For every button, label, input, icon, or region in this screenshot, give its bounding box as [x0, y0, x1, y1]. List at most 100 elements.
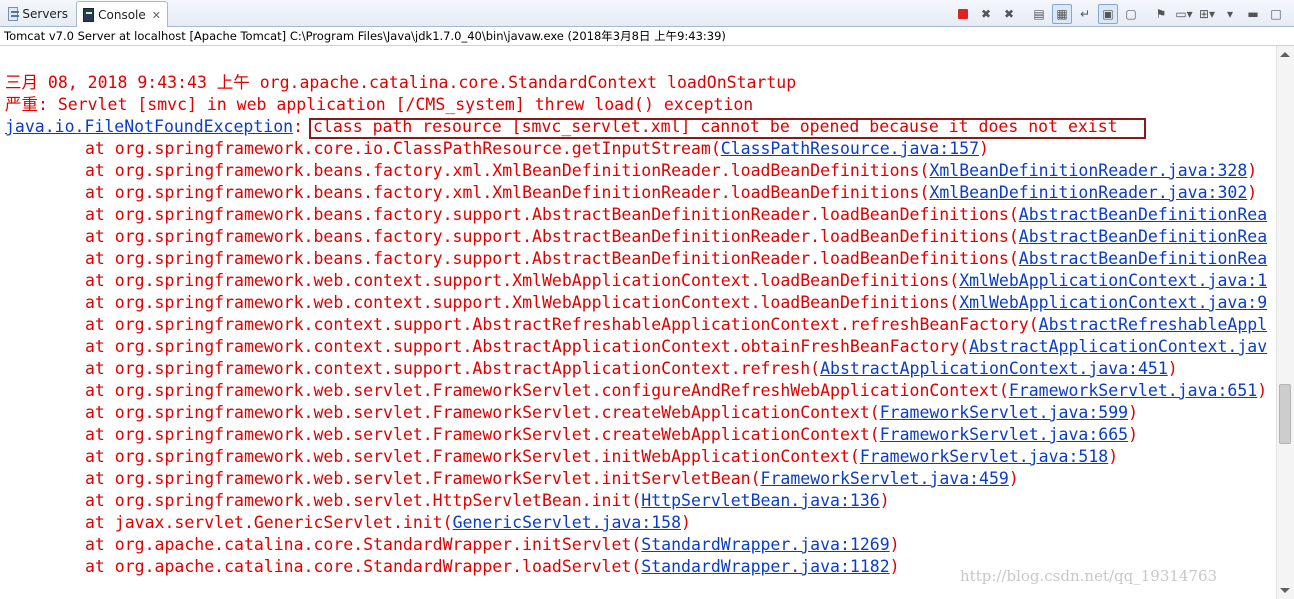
stack-frame-method: at org.springframework.web.servlet.Frame…: [85, 425, 880, 444]
stack-frame-line: at org.springframework.beans.factory.sup…: [5, 248, 1267, 270]
stack-frame-method: at org.apache.catalina.core.StandardWrap…: [85, 535, 642, 554]
stack-frame-line: at org.springframework.web.servlet.Frame…: [5, 424, 1138, 446]
stack-frame-line: at org.springframework.context.support.A…: [5, 314, 1267, 336]
source-link[interactable]: FrameworkServlet.java:518: [860, 447, 1108, 466]
open-console-icon[interactable]: ⊞▾: [1197, 4, 1217, 24]
stack-frame-tail: ): [1247, 161, 1258, 180]
stack-frame-method: at org.springframework.web.context.suppo…: [85, 293, 960, 312]
tab-servers[interactable]: Servers: [2, 2, 74, 26]
display-console-icon[interactable]: ▭▾: [1174, 4, 1194, 24]
tab-servers-label: Servers: [22, 7, 68, 21]
stack-frame-line: at org.springframework.beans.factory.sup…: [5, 204, 1267, 226]
stack-frame-line: at org.springframework.beans.factory.xml…: [5, 182, 1257, 204]
stack-frame-tail: ): [1128, 425, 1139, 444]
stack-frame-tail: ): [1167, 359, 1178, 378]
scroll-up-icon[interactable]: [1280, 52, 1290, 57]
stack-frame-tail: ): [889, 535, 900, 554]
stack-frame-line: at org.springframework.web.servlet.HttpS…: [5, 490, 890, 512]
word-wrap-icon[interactable]: ↵: [1075, 4, 1095, 24]
stack-frame-line: at org.springframework.core.io.ClassPath…: [5, 138, 989, 160]
source-link[interactable]: XmlBeanDefinitionReader.java:328: [929, 161, 1247, 180]
stack-frame-method: at org.springframework.web.servlet.Frame…: [85, 447, 860, 466]
stack-frame-line: at org.springframework.web.context.suppo…: [5, 292, 1267, 314]
source-link[interactable]: XmlWebApplicationContext.java:1: [959, 271, 1267, 290]
stack-frame-method: at org.springframework.web.servlet.HttpS…: [85, 491, 642, 510]
source-link[interactable]: HttpServletBean.java:136: [641, 491, 879, 510]
scroll-thumb[interactable]: [1279, 384, 1291, 444]
stack-frame-line: at org.springframework.web.servlet.Frame…: [5, 446, 1118, 468]
minimize-icon[interactable]: ▬: [1243, 4, 1263, 24]
exception-separator: :: [293, 117, 313, 136]
source-link[interactable]: StandardWrapper.java:1182: [641, 557, 889, 576]
stack-frame-method: at org.springframework.core.io.ClassPath…: [85, 139, 721, 158]
stack-frame-line: at javax.servlet.GenericServlet.init(Gen…: [5, 512, 691, 534]
stack-frame-method: at org.springframework.beans.factory.xml…: [85, 161, 930, 180]
source-link[interactable]: XmlBeanDefinitionReader.java:302: [929, 183, 1247, 202]
source-link[interactable]: AbstractApplicationContext.jav: [969, 337, 1267, 356]
close-icon[interactable]: ✕: [152, 9, 161, 22]
stack-frame-method: at org.springframework.context.support.A…: [85, 337, 970, 356]
exception-link[interactable]: java.io.FileNotFoundException: [5, 117, 293, 136]
stack-frame-tail: ): [879, 491, 890, 510]
source-link[interactable]: AbstractBeanDefinitionRea: [1019, 205, 1267, 224]
source-link[interactable]: AbstractApplicationContext.java:451: [820, 359, 1168, 378]
source-link[interactable]: GenericServlet.java:158: [453, 513, 681, 532]
source-link[interactable]: FrameworkServlet.java:651: [1009, 381, 1257, 400]
vertical-scrollbar[interactable]: [1276, 46, 1294, 599]
stack-frame-method: at org.springframework.web.servlet.Frame…: [85, 403, 880, 422]
console-output[interactable]: 三月 08, 2018 9:43:43 上午 org.apache.catali…: [0, 46, 1274, 599]
stack-frame-line: at org.springframework.context.support.A…: [5, 336, 1267, 358]
tab-console[interactable]: Console ✕: [76, 1, 168, 28]
stack-frame-line: at org.springframework.web.servlet.Frame…: [5, 380, 1267, 402]
stack-frame-method: at org.springframework.web.context.suppo…: [85, 271, 960, 290]
pin-console-icon[interactable]: ⚑: [1151, 4, 1171, 24]
remove-all-icon[interactable]: ✖: [999, 4, 1019, 24]
console-icon: [83, 8, 95, 22]
stack-frame-method: at org.springframework.beans.factory.xml…: [85, 183, 930, 202]
stack-frame-method: at org.springframework.context.support.A…: [85, 315, 1039, 334]
console-toolbar: ✖ ✖ ▤ ▦ ↵ ▣ ▢ ⚑ ▭▾ ⊞▾ ▾ ▬ □: [953, 4, 1286, 24]
tab-console-label: Console: [98, 8, 146, 22]
stack-frame-method: at org.apache.catalina.core.StandardWrap…: [85, 557, 642, 576]
stack-frame-tail: ): [889, 557, 900, 576]
terminate-icon[interactable]: [953, 4, 973, 24]
stack-frame-tail: ): [979, 139, 989, 158]
watermark: http://blog.csdn.net/qq_19314763: [960, 567, 1218, 585]
stack-frame-method: at javax.servlet.GenericServlet.init(: [85, 513, 453, 532]
maximize-icon[interactable]: □: [1266, 4, 1286, 24]
stack-frame-tail: ): [1008, 469, 1019, 488]
stack-frame-line: at org.springframework.web.servlet.Frame…: [5, 402, 1138, 424]
stack-frame-tail: ): [1128, 403, 1139, 422]
stack-frame-line: at org.springframework.web.context.suppo…: [5, 270, 1267, 292]
show-on-output-icon[interactable]: ▣: [1098, 4, 1118, 24]
remove-launch-icon[interactable]: ✖: [976, 4, 996, 24]
stack-frame-line: at org.springframework.beans.factory.xml…: [5, 160, 1257, 182]
source-link[interactable]: FrameworkServlet.java:459: [761, 469, 1009, 488]
source-link[interactable]: XmlWebApplicationContext.java:9: [959, 293, 1267, 312]
toolbar-separator: [1022, 4, 1026, 24]
source-link[interactable]: AbstractRefreshableAppl: [1039, 315, 1267, 334]
stack-frame-tail: ): [1257, 381, 1268, 400]
source-link[interactable]: FrameworkServlet.java:599: [880, 403, 1128, 422]
stack-frame-tail: ): [1108, 447, 1119, 466]
view-menu-icon[interactable]: ▾: [1220, 4, 1240, 24]
view-tab-bar: Servers Console ✕ ✖ ✖ ▤ ▦ ↵ ▣ ▢ ⚑ ▭▾ ⊞▾ …: [0, 0, 1294, 28]
console-line: 三月 08, 2018 9:43:43 上午 org.apache.catali…: [5, 73, 797, 92]
source-link[interactable]: FrameworkServlet.java:665: [880, 425, 1128, 444]
source-link[interactable]: ClassPathResource.java:157: [721, 139, 979, 158]
source-link[interactable]: AbstractBeanDefinitionRea: [1019, 227, 1267, 246]
stack-frame-tail: ): [1247, 183, 1258, 202]
servers-icon: [8, 7, 20, 21]
source-link[interactable]: StandardWrapper.java:1269: [641, 535, 889, 554]
show-on-error-icon[interactable]: ▢: [1121, 4, 1141, 24]
source-link[interactable]: AbstractBeanDefinitionRea: [1019, 249, 1267, 268]
stack-frame-method: at org.springframework.web.servlet.Frame…: [85, 469, 761, 488]
stack-frame-method: at org.springframework.context.support.A…: [85, 359, 821, 378]
clear-console-icon[interactable]: ▤: [1029, 4, 1049, 24]
stack-frame-method: at org.springframework.beans.factory.sup…: [85, 227, 1019, 246]
toolbar-separator: [1144, 4, 1148, 24]
scroll-lock-icon[interactable]: ▦: [1052, 4, 1072, 24]
scroll-down-icon[interactable]: [1280, 588, 1290, 593]
stack-frame-line: at org.springframework.beans.factory.sup…: [5, 226, 1267, 248]
stack-frame-line: at org.springframework.context.support.A…: [5, 358, 1178, 380]
